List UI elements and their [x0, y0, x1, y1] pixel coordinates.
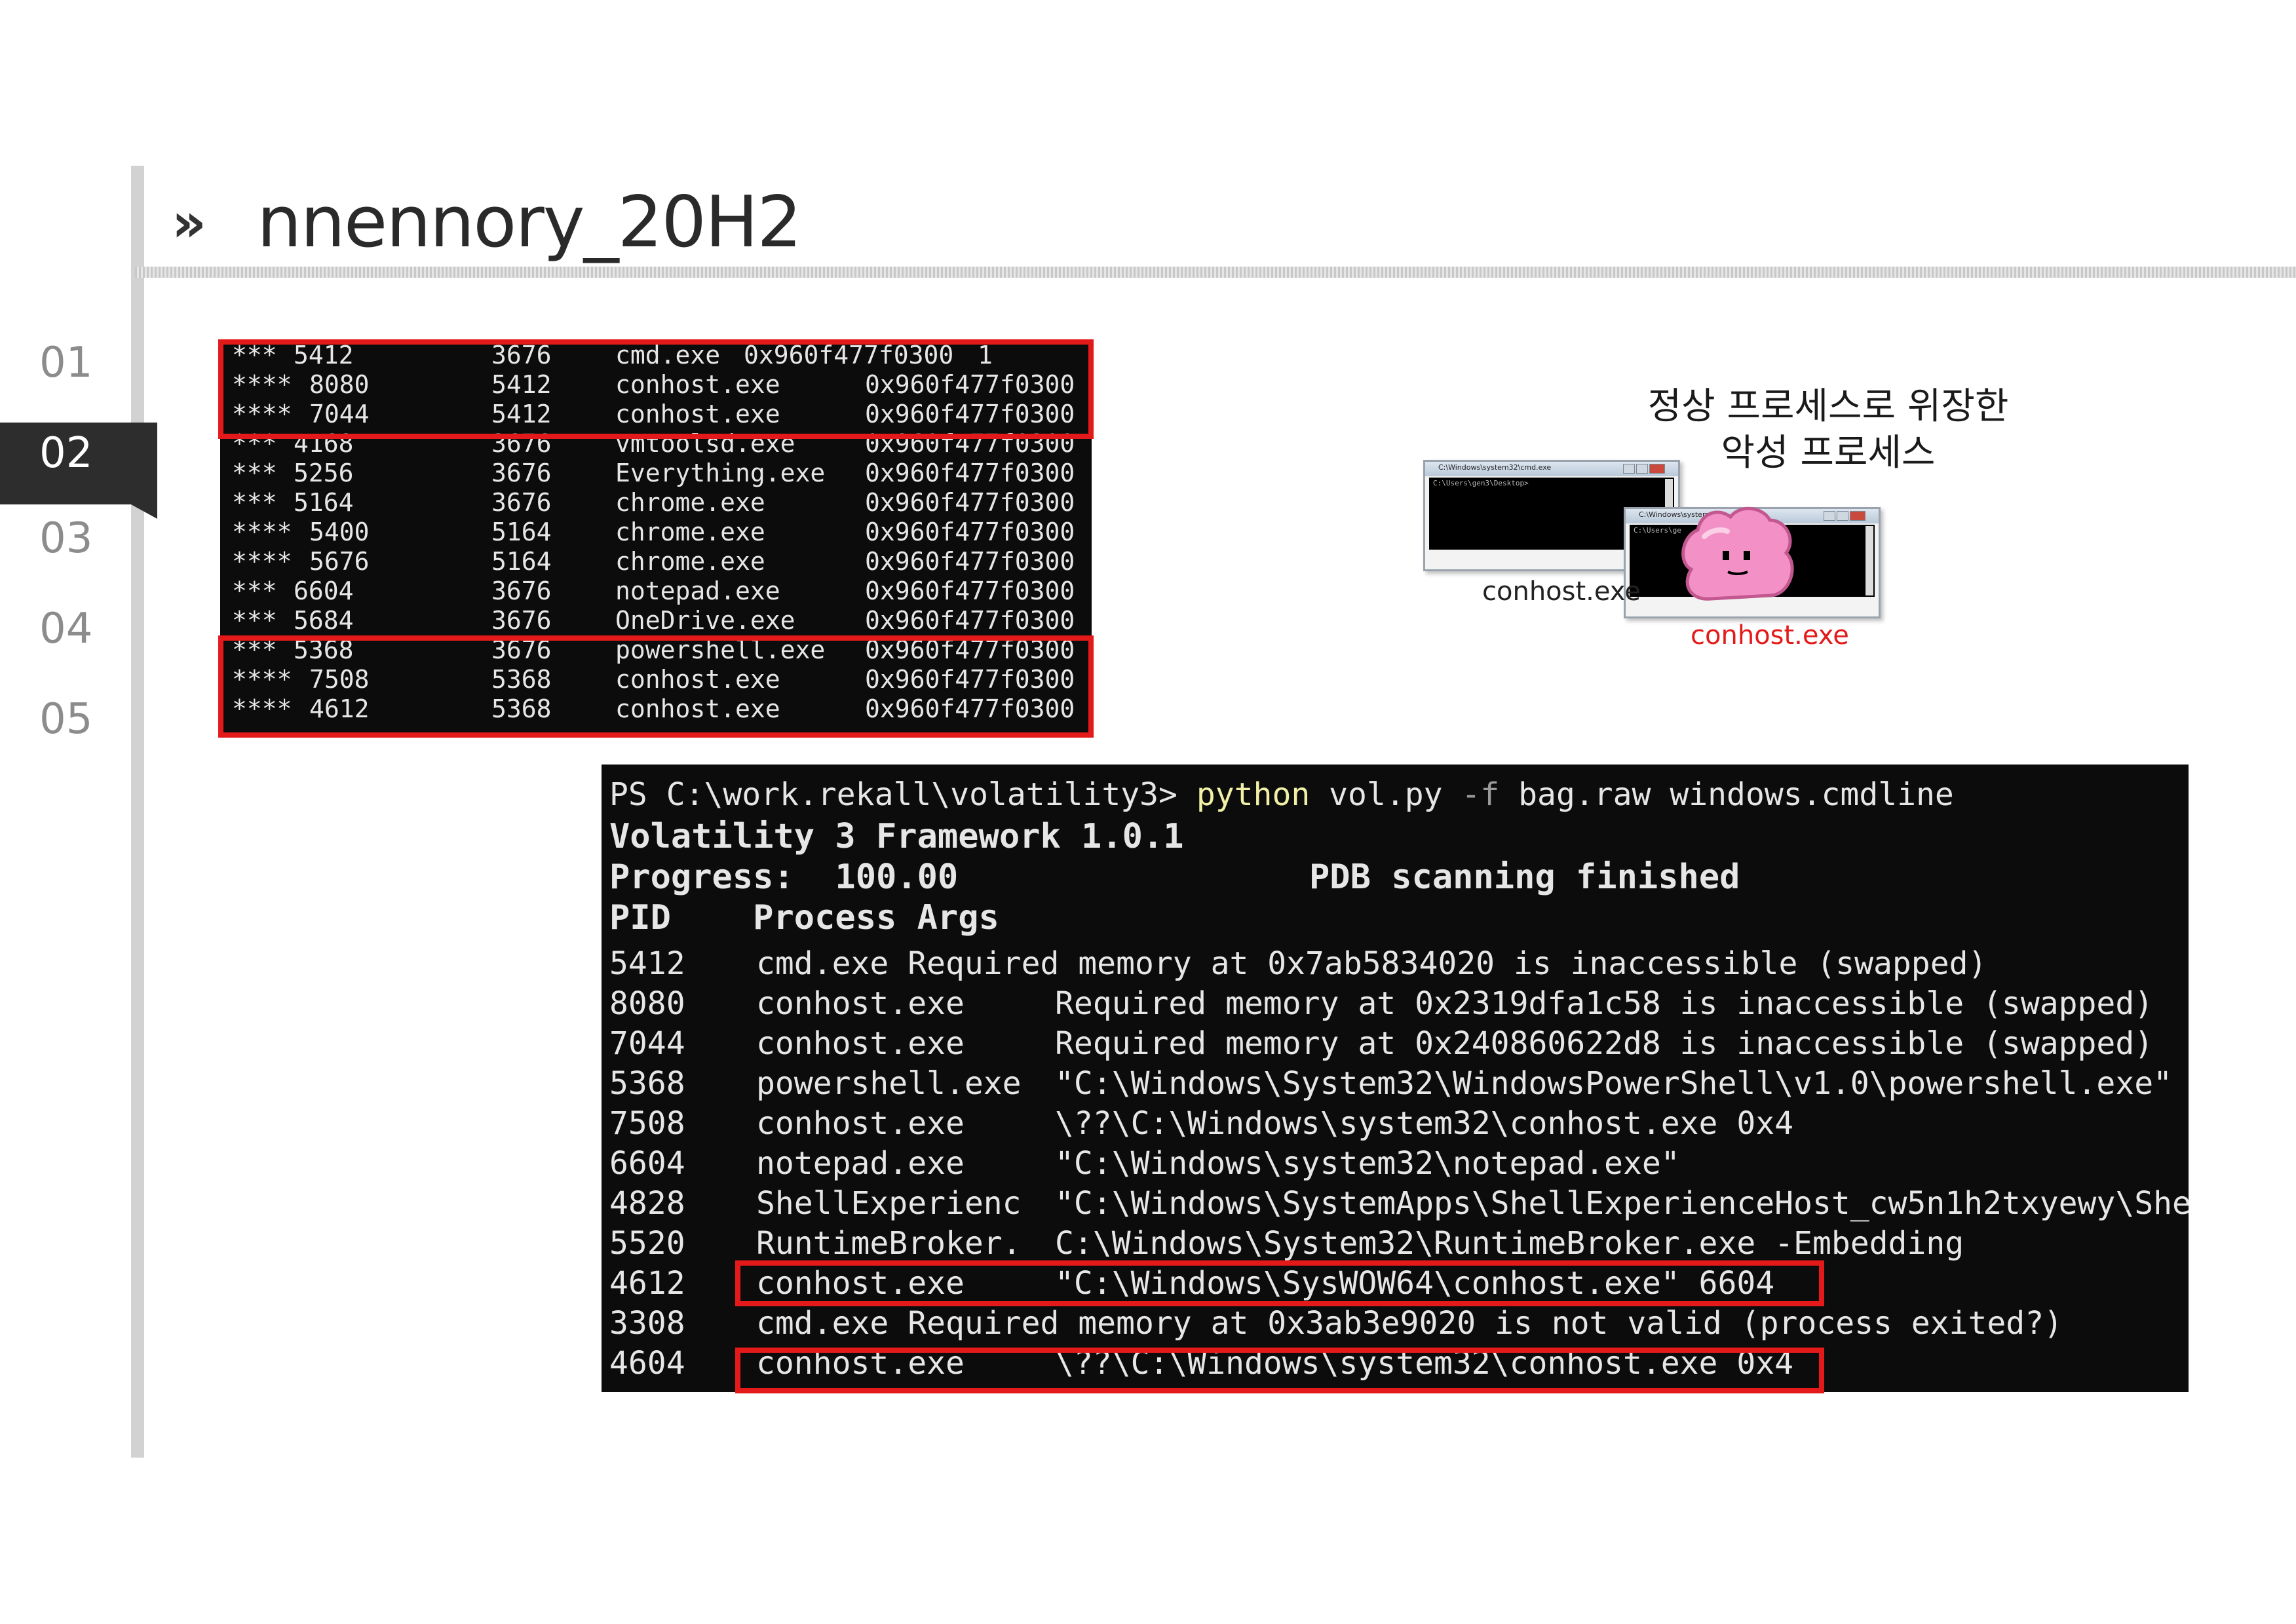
highlight-box-4604	[735, 1348, 1824, 1393]
highlight-box-powershell	[218, 635, 1094, 738]
nav-item-02-label[interactable]: 02	[39, 432, 92, 474]
maximize-icon	[1636, 464, 1648, 474]
caption-line-1: 정상 프로세스로 위장한	[1647, 385, 2009, 428]
progress-line: Progress: 100.00	[609, 858, 959, 897]
ditto-blob-icon	[1681, 506, 1794, 601]
malicious-process-label: conhost.exe	[1691, 620, 1849, 651]
nav-item-04[interactable]: 04	[39, 608, 157, 650]
highlight-box-cmd	[218, 339, 1094, 439]
title-arrow-icon: »	[172, 192, 206, 254]
page-title: nnennory_20H2	[257, 181, 802, 263]
header-divider	[135, 267, 2296, 278]
nav-item-05[interactable]: 05	[39, 698, 157, 740]
scrollbar	[1866, 526, 1873, 595]
highlight-box-4612	[735, 1260, 1824, 1306]
malicious-conhost-window: C:\Windows\system32 C:\Users\ge	[1624, 506, 1881, 618]
nav-item-03[interactable]: 03	[39, 518, 157, 559]
column-header: PID Process Args	[609, 898, 999, 937]
normal-process-label: conhost.exe	[1482, 576, 1641, 607]
banner: Volatility 3 Framework 1.0.1	[609, 817, 1184, 856]
command-line: PS C:\work.rekall\volatility3> python vo…	[609, 776, 1954, 813]
maximize-icon	[1837, 511, 1848, 521]
minimize-icon	[1824, 511, 1835, 521]
minimize-icon	[1623, 464, 1635, 474]
pdb-status: PDB scanning finished	[1309, 858, 1740, 897]
nav-item-01[interactable]: 01	[39, 342, 157, 384]
window-titlebar: C:\Windows\system32\cmd.exe	[1425, 462, 1678, 476]
close-icon	[1649, 464, 1665, 474]
close-icon	[1850, 511, 1866, 521]
